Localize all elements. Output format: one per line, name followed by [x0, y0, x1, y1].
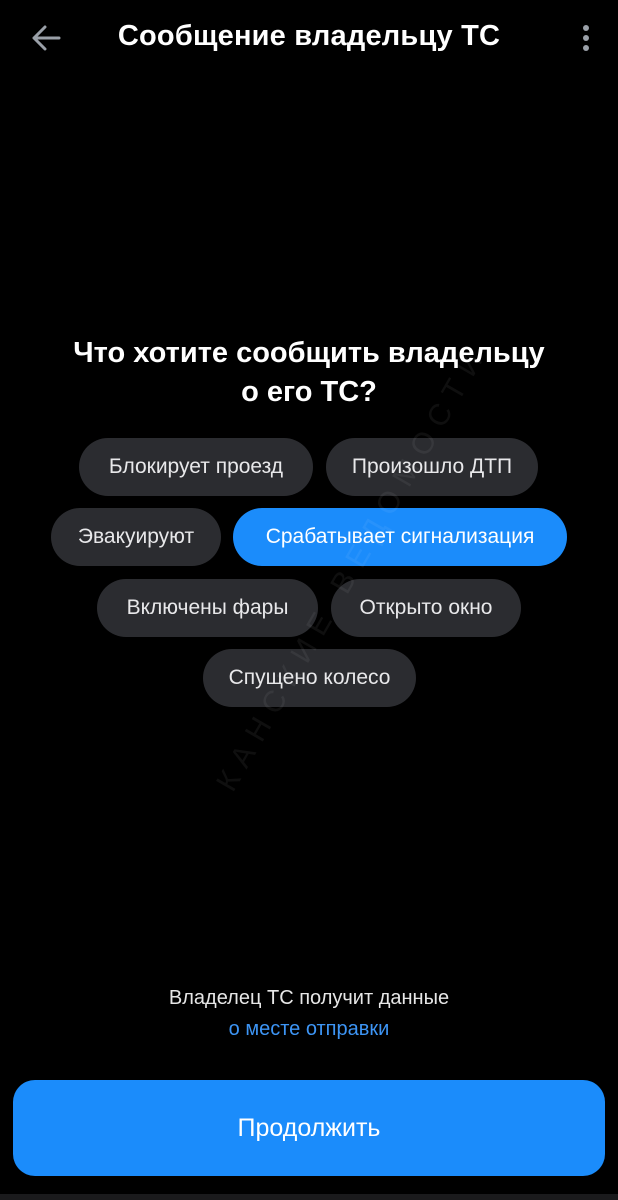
question-line-1: Что хотите сообщить владельцу [73, 337, 545, 369]
info-text: Владелец ТС получит данные [168, 987, 450, 1009]
location-info-link[interactable]: о месте отправки [0, 1014, 618, 1045]
arrow-left-icon [32, 25, 61, 51]
back-button[interactable] [26, 20, 66, 56]
more-options-button[interactable] [574, 18, 598, 58]
location-info: Владелец ТС получит данные о месте отпра… [0, 983, 618, 1045]
page-title: Сообщение владельцу ТС [117, 20, 501, 52]
app-header: Сообщение владельцу ТС [0, 0, 618, 78]
bottom-edge [0, 1194, 618, 1200]
more-vertical-icon [583, 25, 589, 51]
chip-blocking-passage[interactable]: Блокирует проезд [79, 438, 313, 496]
question-heading: Что хотите сообщить владельцу о его ТС? [20, 334, 598, 412]
question-line-2: о его ТС? [241, 376, 377, 408]
continue-button[interactable]: Продолжить [13, 1080, 605, 1176]
chip-headlights-on[interactable]: Включены фары [97, 579, 318, 637]
chip-towing[interactable]: Эвакуируют [51, 508, 221, 566]
